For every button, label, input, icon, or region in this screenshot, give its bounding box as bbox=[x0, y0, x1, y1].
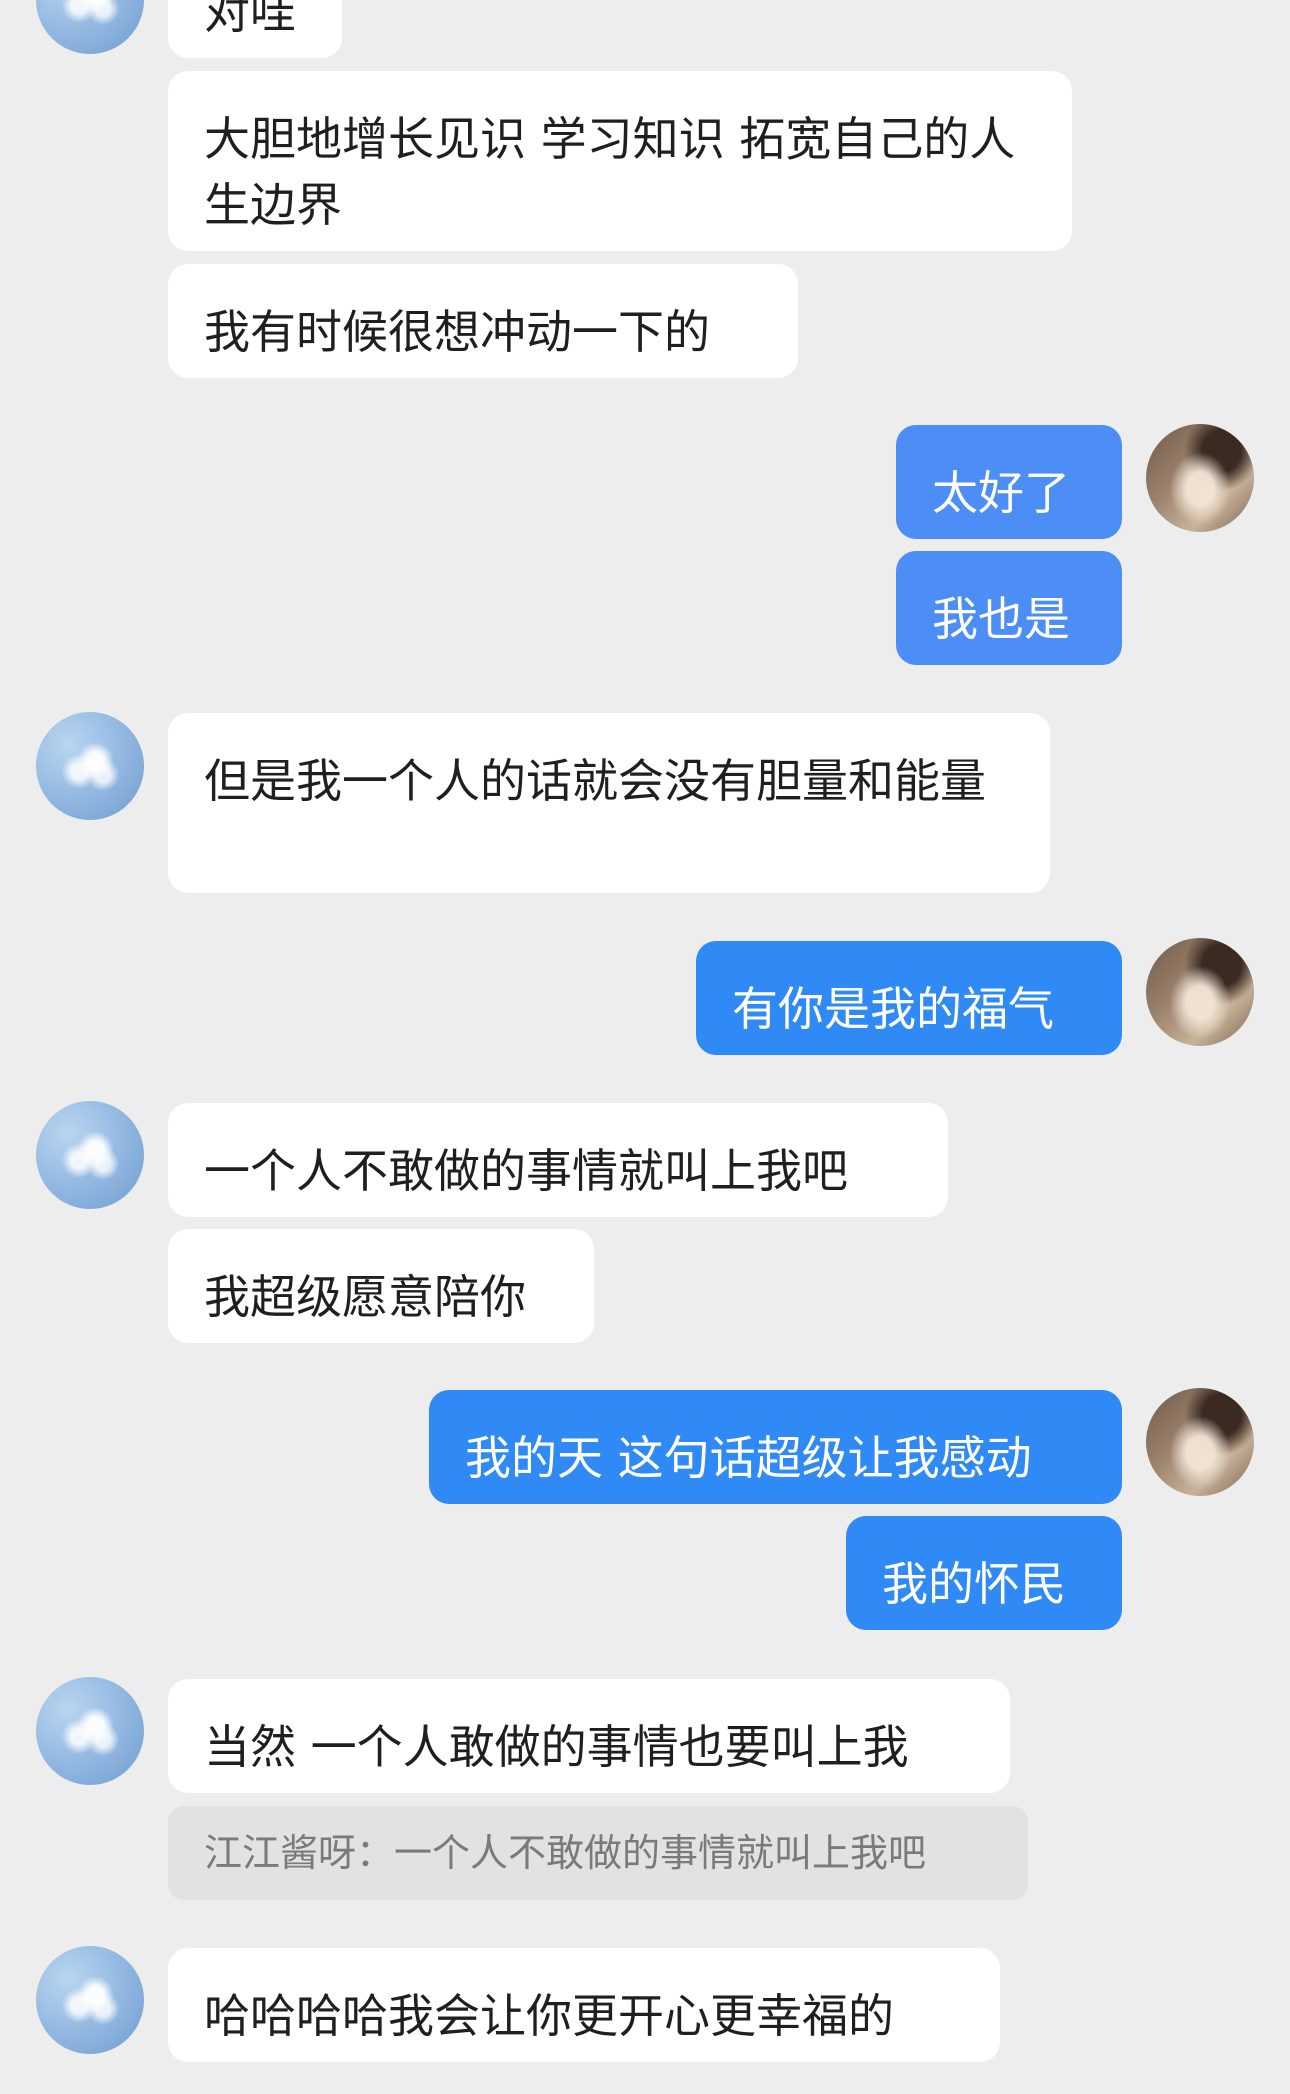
contact-avatar[interactable] bbox=[36, 0, 144, 54]
message-bubble-outgoing[interactable]: 我的天 这句话超级让我感动 bbox=[429, 1390, 1122, 1504]
message-bubble-incoming[interactable]: 大胆地增长见识 学习知识 拓宽自己的人生边界 bbox=[168, 71, 1072, 251]
contact-avatar[interactable] bbox=[36, 1677, 144, 1785]
message-bubble-incoming[interactable]: 但是我一个人的话就会没有胆量和能量 bbox=[168, 713, 1050, 893]
message-bubble-outgoing[interactable]: 太好了 bbox=[896, 425, 1122, 539]
message-bubble-incoming[interactable]: 对哇 bbox=[168, 0, 342, 58]
message-bubble-incoming[interactable]: 一个人不敢做的事情就叫上我吧 bbox=[168, 1103, 948, 1217]
message-bubble-incoming[interactable]: 我超级愿意陪你 bbox=[168, 1229, 594, 1343]
message-bubble-incoming[interactable]: 我有时候很想冲动一下的 bbox=[168, 264, 798, 378]
message-bubble-incoming[interactable]: 当然 一个人敢做的事情也要叫上我 bbox=[168, 1679, 1010, 1793]
contact-avatar[interactable] bbox=[36, 1101, 144, 1209]
quoted-message[interactable]: 江江酱呀：一个人不敢做的事情就叫上我吧 bbox=[168, 1806, 1028, 1900]
message-bubble-incoming[interactable]: 哈哈哈哈我会让你更开心更幸福的 bbox=[168, 1948, 1000, 2062]
message-bubble-outgoing[interactable]: 我的怀民 bbox=[846, 1516, 1122, 1630]
user-avatar[interactable] bbox=[1146, 938, 1254, 1046]
message-bubble-outgoing[interactable]: 我也是 bbox=[896, 551, 1122, 665]
user-avatar[interactable] bbox=[1146, 424, 1254, 532]
contact-avatar[interactable] bbox=[36, 712, 144, 820]
user-avatar[interactable] bbox=[1146, 1388, 1254, 1496]
contact-avatar[interactable] bbox=[36, 1946, 144, 2054]
message-bubble-outgoing[interactable]: 有你是我的福气 bbox=[696, 941, 1122, 1055]
